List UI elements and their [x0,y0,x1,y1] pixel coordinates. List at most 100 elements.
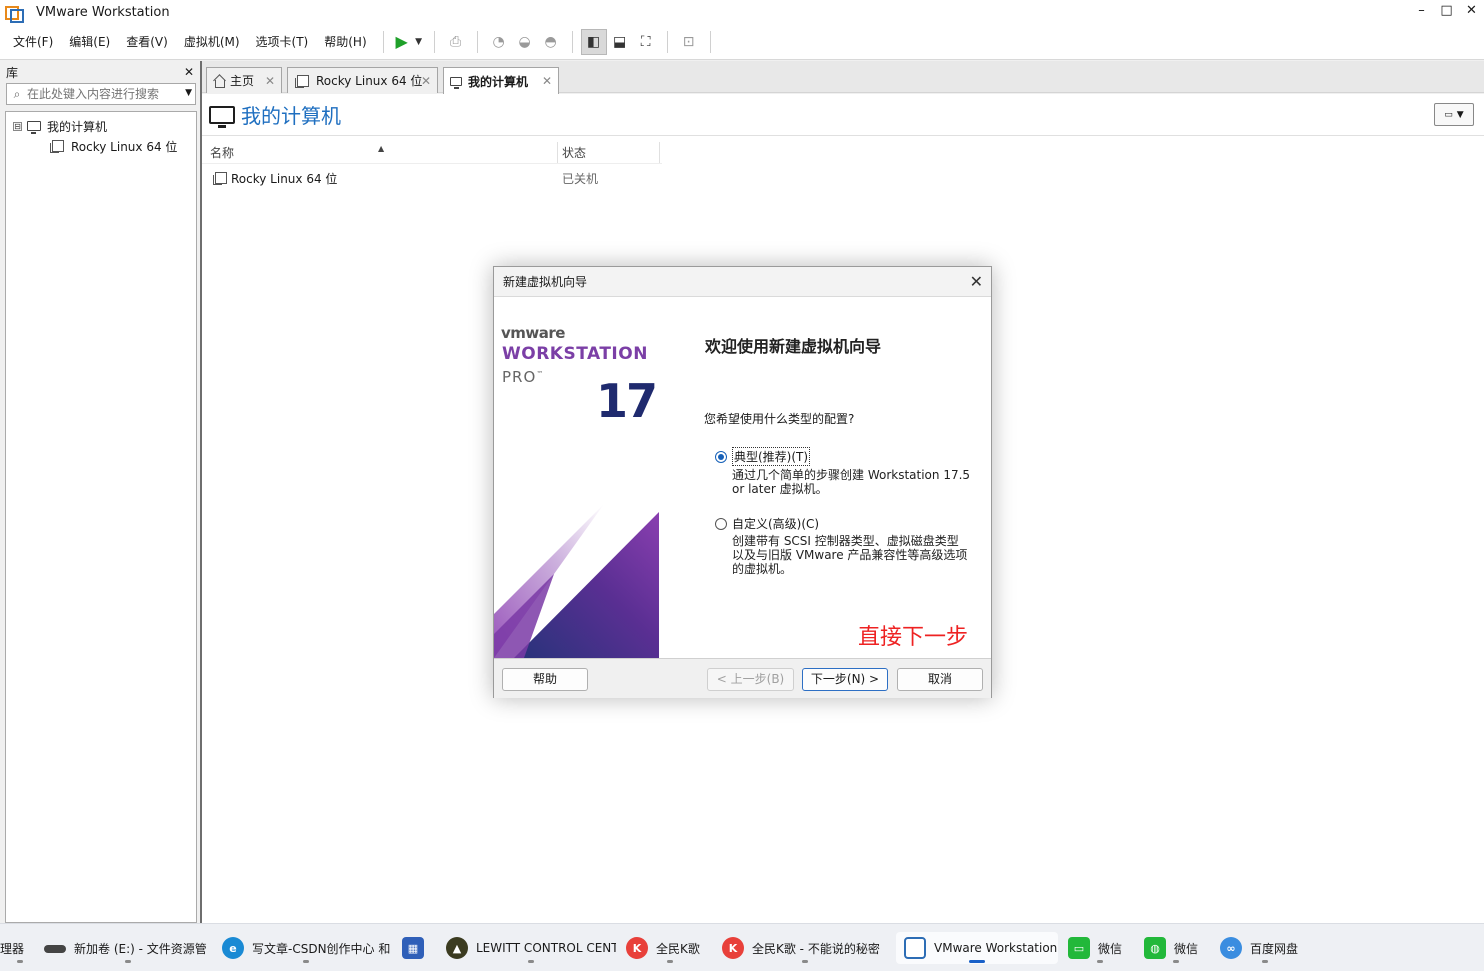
tab-close-icon[interactable]: ✕ [421,74,431,88]
snapshot-icon[interactable]: ◔ [486,29,512,55]
tab-rocky-linux[interactable]: Rocky Linux 64 位 ✕ [287,67,438,93]
vm-list-header: 名称 ▲ 状态 [202,142,662,164]
radio-typical[interactable] [715,450,727,463]
back-button[interactable]: < 上一步(B) [707,668,794,691]
brand-panel: vmware WORKSTATION PRO™ 17 [494,298,659,658]
taskbar-item-baidu-netdisk[interactable]: ∞ 百度网盘 [1220,932,1310,964]
option-label: 自定义(高级)(C) [732,517,820,531]
menu-help[interactable]: 帮助(H) [316,27,374,57]
description-line: 创建带有 SCSI 控制器类型、虚拟磁盘类型 [732,534,959,548]
toolbar-separator [571,30,573,53]
tab-label: 我的计算机 [468,74,529,89]
thumbnail-bar-icon[interactable]: ⬓ [607,29,633,55]
column-header-status[interactable]: 状态 [558,142,660,163]
minimize-button[interactable]: – [1409,0,1434,24]
vm-icon [295,74,309,88]
taskbar-item-file-manager[interactable]: 理器 [0,932,40,964]
snapshot-manager-icon[interactable]: ◓ [538,29,564,55]
taskbar-item-vmware[interactable]: VMware Workstation [896,932,1058,964]
option-typical[interactable]: 典型(推荐)(T) [715,447,811,466]
running-indicator [17,960,23,963]
collapse-icon[interactable]: ⊟ [13,121,22,131]
description-line: 的虚拟机。 [732,562,793,576]
tab-home[interactable]: 主页 ✕ [206,67,282,93]
tab-my-computer[interactable]: 我的计算机 ✕ [443,67,559,94]
tab-close-icon[interactable]: ✕ [265,74,275,88]
taskbar-item-kge[interactable]: K 全民K歌 [626,932,714,964]
help-button[interactable]: 帮助 [502,668,588,691]
menu-tabs[interactable]: 选项卡(T) [248,27,317,57]
library-tree: ⊟ 我的计算机 Rocky Linux 64 位 [5,111,197,923]
taskbar-item-lewitt[interactable]: ▲ LEWITT CONTROL CENT [446,932,616,964]
chevron-down-icon: ▼ [1456,109,1464,120]
option-custom-description: 创建带有 SCSI 控制器类型、虚拟磁盘类型 以及与旧版 VMware 产品兼容… [732,534,972,576]
taskbar-item-explorer[interactable]: 新加卷 (E:) - 文件资源管 [44,932,212,964]
table-row[interactable]: Rocky Linux 64 位 已关机 [202,164,662,192]
search-dropdown-icon[interactable]: ▼ [185,88,192,98]
taskbar-label: 全民K歌 - 不能说的秘密 [752,941,880,956]
library-close-icon[interactable]: ✕ [184,65,194,79]
dialog-title: 新建虚拟机向导 [503,275,588,289]
fullscreen-icon[interactable]: ⛶ [633,29,659,55]
description-line: or later 虚拟机。 [732,482,828,496]
revert-snapshot-icon[interactable]: ◒ [512,29,538,55]
taskbar-item-wechat-message[interactable]: ▭ 微信 [1068,932,1132,964]
library-view-icon[interactable]: ◧ [580,28,607,55]
toolbar-separator [433,30,435,53]
vm-icon [50,140,64,153]
taskbar-item-store[interactable]: ▦ [402,932,434,964]
library-search[interactable]: ⌕ ▼ [6,83,196,105]
vm-status: 已关机 [562,171,599,186]
toolbar-separator [382,30,384,53]
wizard-heading: 欢迎使用新建虚拟机向导 [705,337,882,356]
taskbar-label: 写文章-CSDN创作中心 和 [252,941,390,956]
running-indicator [667,960,673,963]
tab-close-icon[interactable]: ✕ [542,74,552,88]
edge-icon: e [222,937,244,959]
send-keys-icon[interactable]: ⎙ [443,29,469,55]
menu-file[interactable]: 文件(F) [5,27,61,57]
column-label: 名称 [210,146,235,160]
tab-bar: 主页 ✕ Rocky Linux 64 位 ✕ 我的计算机 ✕ [202,61,1484,94]
taskbar-item-kge-song[interactable]: K 全民K歌 - 不能说的秘密 [722,932,888,964]
tree-item-my-computer[interactable]: ⊟ 我的计算机 [6,116,196,136]
home-icon [213,75,225,88]
menu-view[interactable]: 查看(V) [118,27,176,57]
wizard-question: 您希望使用什么类型的配置? [704,412,855,426]
column-header-name[interactable]: 名称 ▲ [202,142,558,163]
cancel-button[interactable]: 取消 [897,668,983,691]
page-header: 我的计算机 [202,94,1484,136]
option-custom[interactable]: 自定义(高级)(C) [715,515,819,532]
search-icon: ⌕ [13,86,21,101]
library-search-input[interactable] [27,87,177,101]
library-panel: 库 ✕ ⌕ ▼ ⊟ 我的计算机 Rocky Linux 64 位 [0,61,200,923]
taskbar-label: VMware Workstation [934,941,1058,955]
new-vm-wizard-dialog: 新建虚拟机向导 ✕ vmware WORKSTATION PRO™ 17 欢迎使… [493,266,992,698]
maximize-button[interactable]: □ [1434,0,1459,24]
taskbar-item-edge[interactable]: e 写文章-CSDN创作中心 和 [222,932,390,964]
console-view-icon[interactable]: ⊡ [676,29,702,55]
toolbar-separator [709,30,711,53]
menu-edit[interactable]: 编辑(E) [61,27,118,57]
window-controls: – □ ✕ [1409,0,1484,24]
running-indicator [125,960,131,963]
running-indicator [1097,960,1103,963]
running-indicator [1173,960,1179,963]
close-window-button[interactable]: ✕ [1459,0,1484,24]
view-mode-button[interactable]: ▭ ▼ [1434,103,1474,126]
vmware-logo: vmware [501,324,565,342]
tab-label: Rocky Linux 64 位 [316,74,423,88]
taskbar-item-wechat[interactable]: ◍ 微信 [1144,932,1208,964]
running-indicator [303,960,309,963]
window-title: VMware Workstation [36,4,170,20]
power-dropdown-icon[interactable]: ▼ [412,29,426,55]
tree-item-rocky-linux[interactable]: Rocky Linux 64 位 [6,136,196,156]
radio-custom[interactable] [715,517,727,530]
wechat-icon: ◍ [1144,937,1166,959]
power-on-icon[interactable]: ▶ [392,29,412,55]
dialog-close-icon[interactable]: ✕ [970,272,983,291]
taskbar-label: LEWITT CONTROL CENT [476,941,616,955]
taskbar: 理器 新加卷 (E:) - 文件资源管 e 写文章-CSDN创作中心 和 ▦ ▲… [0,923,1484,971]
next-button[interactable]: 下一步(N) > [802,668,888,691]
menu-vm[interactable]: 虚拟机(M) [176,27,248,57]
